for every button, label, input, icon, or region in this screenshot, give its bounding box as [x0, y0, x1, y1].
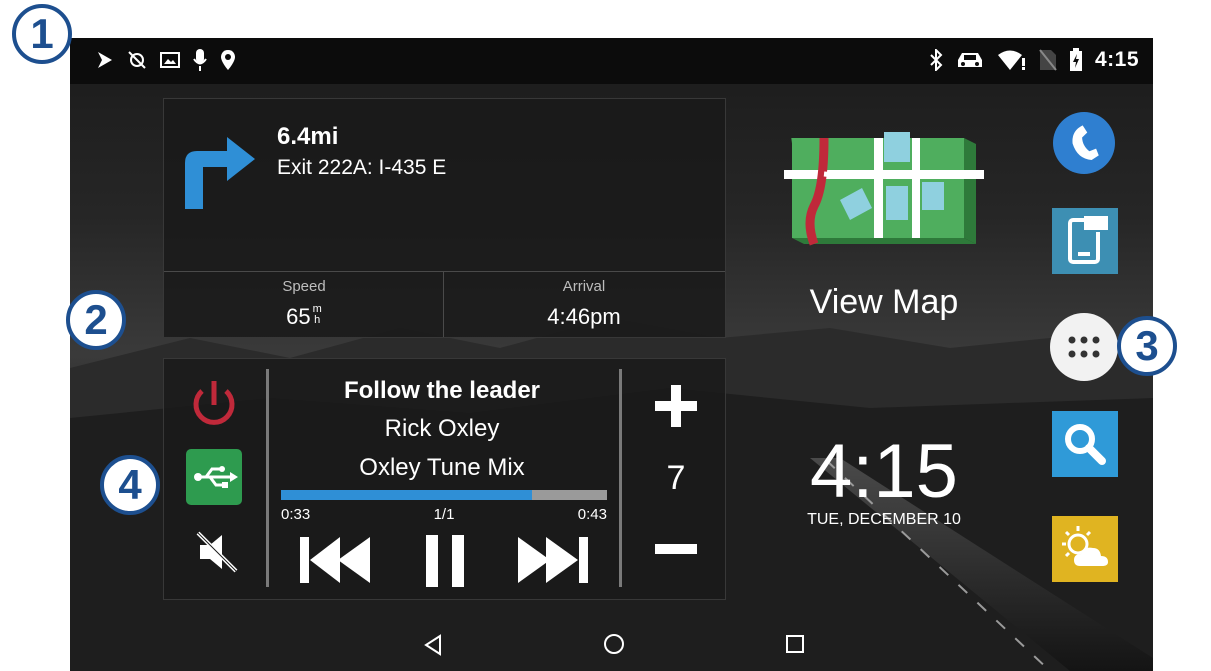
- home-button[interactable]: [602, 632, 626, 656]
- media-divider-right: [619, 369, 622, 587]
- smartphone-link-icon: [1068, 214, 1110, 264]
- search-app-button[interactable]: [1052, 411, 1118, 477]
- volume-level: 7: [666, 459, 686, 497]
- no-gps-icon: [128, 51, 146, 69]
- status-bar: 4:15: [70, 38, 1153, 84]
- track-position: 1/1: [433, 506, 455, 523]
- media-panel: Follow the leader Rick Oxley Oxley Tune …: [163, 358, 726, 600]
- track-album: Oxley Tune Mix: [359, 454, 525, 481]
- callout-1: 1: [12, 4, 72, 64]
- power-button[interactable]: [184, 371, 244, 431]
- back-button[interactable]: [422, 633, 444, 657]
- callout-2: 2: [66, 290, 126, 350]
- speed-unit-bottom: h: [314, 314, 321, 326]
- callout-3: 3: [1117, 316, 1177, 376]
- elapsed-time: 0:33: [281, 506, 311, 523]
- app-drawer-button[interactable]: [1047, 310, 1121, 384]
- no-sim-icon: [1039, 49, 1057, 71]
- arrival-label: Arrival: [562, 278, 606, 295]
- usb-icon: [194, 466, 238, 488]
- pause-button[interactable]: [422, 533, 468, 589]
- previous-track-button[interactable]: [298, 531, 374, 589]
- clock-time: 4:15: [810, 429, 958, 514]
- volume-down-button[interactable]: [651, 537, 701, 561]
- track-artist: Rick Oxley: [384, 415, 500, 442]
- callout-4: 4: [100, 455, 160, 515]
- volume-up-button[interactable]: [651, 381, 701, 431]
- phone-app-button[interactable]: [1051, 110, 1117, 176]
- android-nav-bar: [70, 621, 1153, 671]
- mute-button[interactable]: [194, 529, 240, 575]
- bluetooth-icon: [930, 49, 943, 71]
- status-icons-right: 4:15: [929, 48, 1139, 72]
- location-pin-icon: [221, 50, 235, 70]
- weather-app-button[interactable]: [1052, 516, 1118, 582]
- speed-value: 65: [286, 304, 311, 329]
- turn-right-arrow-icon: [185, 137, 255, 209]
- usb-source-button[interactable]: [186, 449, 242, 505]
- device-screen: 4:15 6.4mi Exit 222A: I-435 E Speed 65 m h…: [70, 38, 1153, 671]
- image-icon: [160, 52, 180, 68]
- recent-apps-button[interactable]: [784, 633, 806, 655]
- status-icons-left: [96, 48, 236, 72]
- nav-stat-divider: [443, 272, 444, 337]
- nav-divider: [164, 271, 725, 272]
- navigation-icon: [98, 52, 112, 68]
- navigation-panel[interactable]: 6.4mi Exit 222A: I-435 E Speed 65 m h Arri…: [163, 98, 726, 338]
- battery-charging-icon: [1069, 48, 1082, 71]
- track-title: Follow the leader: [343, 377, 541, 404]
- clock-date: TUE, DECEMBER 10: [807, 511, 961, 528]
- arrival-value: 4:46pm: [547, 304, 621, 329]
- wifi-alert-icon: [997, 50, 1025, 70]
- track-progress-bar[interactable]: [281, 490, 607, 500]
- speed-value-group: 65 m h: [204, 304, 404, 330]
- weather-icon: [1062, 526, 1108, 566]
- car-icon: [957, 53, 982, 67]
- view-map-label: View Map: [809, 283, 959, 321]
- turn-instruction: Exit 222A: I-435 E: [277, 156, 447, 179]
- smartphone-link-app-button[interactable]: [1052, 208, 1118, 274]
- microphone-icon: [193, 49, 207, 71]
- track-duration: 0:43: [577, 506, 607, 523]
- speed-label: Speed: [282, 278, 326, 295]
- status-time: 4:15: [1094, 48, 1139, 71]
- next-track-button[interactable]: [514, 531, 590, 589]
- turn-distance: 6.4mi: [277, 123, 339, 150]
- map-icon: [784, 132, 984, 246]
- track-progress-fill: [281, 490, 533, 500]
- search-icon: [1065, 424, 1106, 465]
